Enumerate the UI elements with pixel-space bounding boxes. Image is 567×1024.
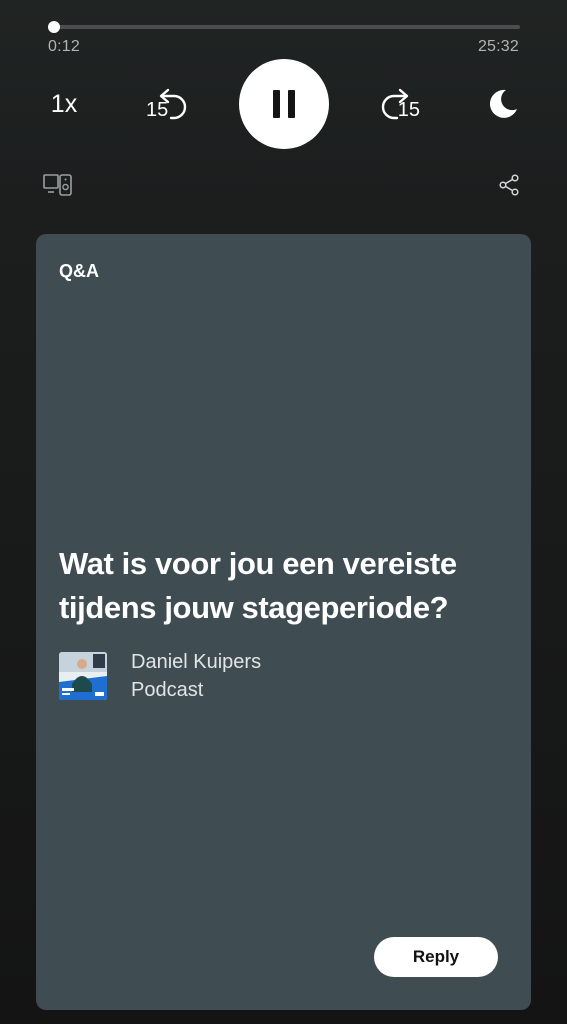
seek-bar-thumb[interactable] — [47, 21, 60, 33]
qa-label: Q&A — [59, 261, 99, 281]
pause-button[interactable] — [239, 59, 329, 149]
show-title-line-2: Podcast — [131, 679, 204, 701]
show-info-row[interactable]: Daniel Kuipers Podcast — [59, 648, 261, 704]
share-icon — [499, 174, 519, 196]
total-duration: 25:32 — [477, 38, 519, 55]
share-button[interactable] — [492, 170, 526, 200]
sleep-timer-button[interactable] — [478, 80, 528, 128]
reply-button[interactable]: Reply — [374, 937, 498, 977]
elapsed-time: 0:12 — [48, 38, 80, 55]
skip-back-seconds: 15 — [146, 99, 169, 121]
show-title: Daniel Kuipers Podcast — [131, 648, 261, 704]
playback-speed-button[interactable]: 1x — [36, 84, 92, 124]
skip-forward-seconds: 15 — [397, 99, 420, 121]
qa-card: Q&A Wat is voor jou een vereiste tijdens… — [36, 234, 531, 1010]
qa-question: Wat is voor jou een vereiste tijdens jou… — [59, 546, 457, 625]
seek-bar[interactable] — [47, 21, 520, 33]
skip-forward-button[interactable]: 15 — [370, 80, 430, 128]
podcast-cover-art — [59, 652, 107, 700]
skip-back-button[interactable]: 15 — [138, 80, 198, 128]
connect-device-button[interactable] — [38, 170, 78, 200]
moon-icon — [489, 89, 517, 118]
pause-icon — [269, 90, 299, 118]
devices-icon — [43, 174, 72, 196]
show-title-line-1: Daniel Kuipers — [131, 651, 262, 673]
